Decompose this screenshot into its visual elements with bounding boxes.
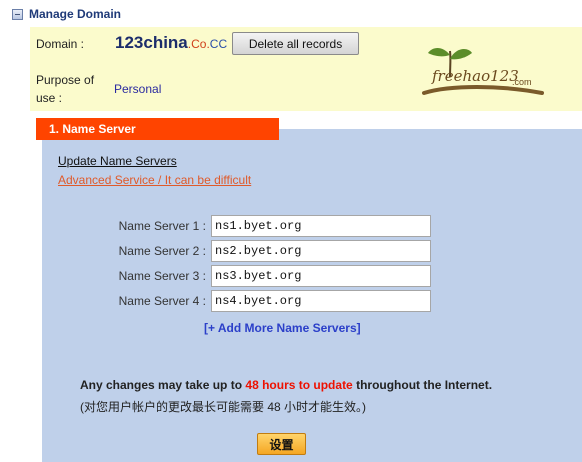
purpose-label: Purpose of use :	[36, 73, 95, 105]
logo-suffix: .com	[512, 77, 532, 87]
add-more-name-servers-link[interactable]: [+ Add More Name Servers]	[204, 321, 361, 335]
name-server-label: Name Server 1 :	[118, 219, 206, 233]
update-notice-chinese: (对您用户帐户的更改最长可能需要 48 小时才能生效。)	[80, 400, 367, 414]
freehao123-logo: freehao123 .com	[422, 48, 544, 95]
logo-text: freehao123	[431, 67, 519, 85]
name-server-row: Name Server 3 :	[90, 265, 431, 287]
name-server-3-input[interactable]	[211, 265, 431, 287]
name-server-row: Name Server 2 :	[90, 240, 431, 262]
name-server-4-input[interactable]	[211, 290, 431, 312]
page-header: Manage Domain	[12, 6, 121, 22]
update-name-servers-title: Update Name Servers	[58, 154, 177, 168]
domain-tld-co: .Co.	[187, 37, 210, 51]
name-server-label: Name Server 3 :	[118, 269, 206, 283]
tab-name-server[interactable]: 1. Name Server	[36, 118, 279, 140]
name-server-row: Name Server 4 :	[90, 290, 431, 312]
purpose-value: Personal	[114, 82, 162, 96]
name-server-label: Name Server 2 :	[118, 244, 206, 258]
domain-info-panel: Domain : 123china.Co.CC Delete all recor…	[30, 27, 582, 111]
notice-after: throughout the Internet.	[352, 378, 493, 392]
submit-button[interactable]: 设置	[257, 433, 306, 455]
domain-label: Domain :	[36, 37, 85, 51]
notice-before: Any changes may take up to	[80, 378, 246, 392]
delete-all-records-button[interactable]: Delete all records	[232, 32, 359, 55]
name-server-row: Name Server 1 :	[90, 215, 431, 237]
name-server-label: Name Server 4 :	[118, 294, 206, 308]
domain-name: 123china.Co.CC	[115, 33, 227, 53]
name-server-2-input[interactable]	[211, 240, 431, 262]
update-notice: Any changes may take up to 48 hours to u…	[80, 378, 492, 392]
name-server-1-input[interactable]	[211, 215, 431, 237]
domain-tld-cc: CC	[209, 37, 228, 51]
notice-highlight: 48 hours to update	[245, 378, 353, 392]
advanced-service-link[interactable]: Advanced Service / It can be difficult	[58, 173, 251, 187]
domain-name-base: 123china	[115, 33, 188, 52]
page-title: Manage Domain	[29, 7, 122, 21]
collapse-icon[interactable]	[12, 8, 23, 20]
